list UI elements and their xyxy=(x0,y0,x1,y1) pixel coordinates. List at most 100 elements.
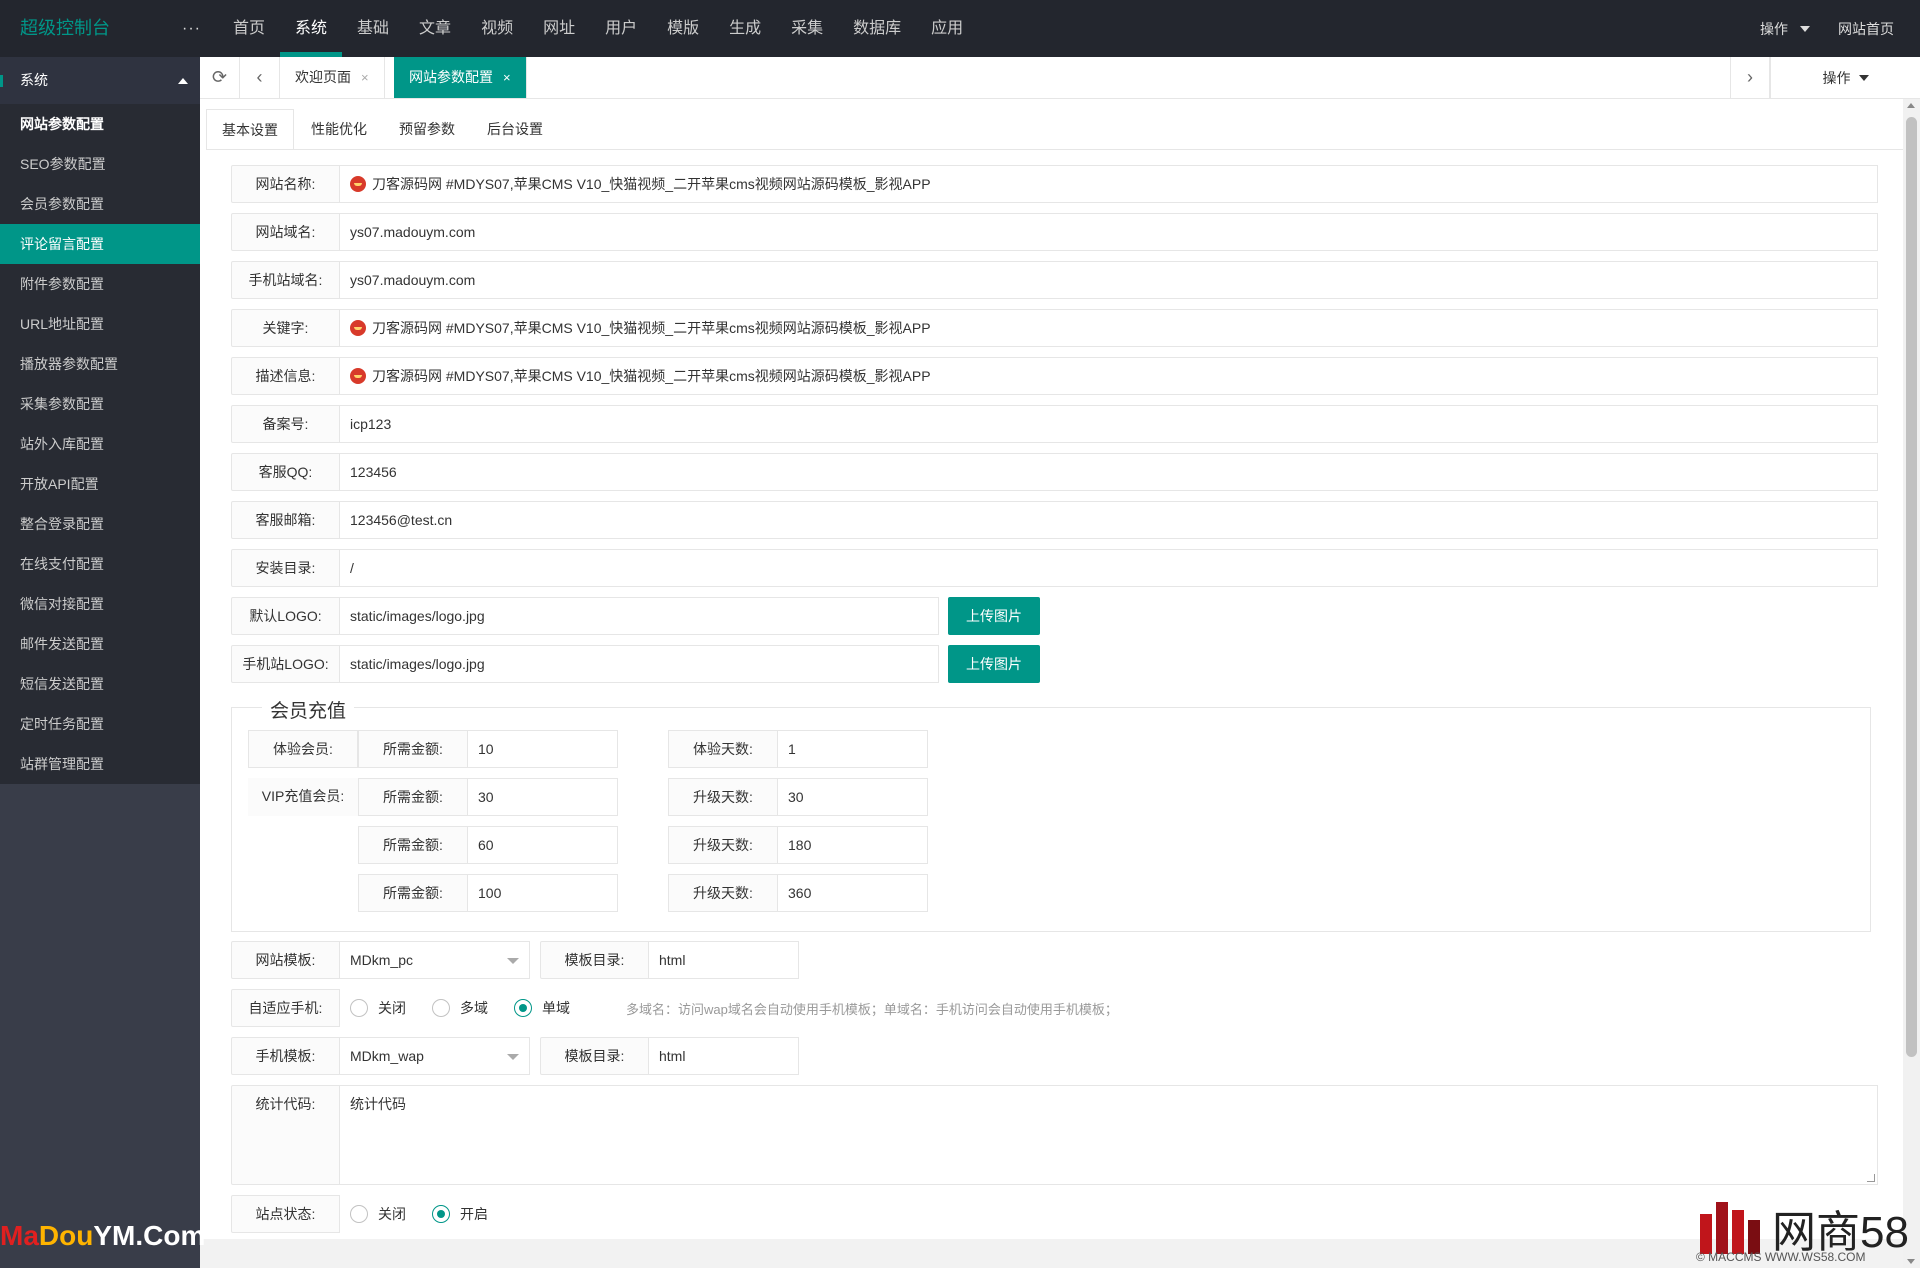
sidebar-item-email-config[interactable]: 邮件发送配置 xyxy=(0,624,200,664)
upload-mobile-logo-button[interactable]: 上传图片 xyxy=(948,645,1040,683)
more-menu-icon[interactable]: ··· xyxy=(182,0,201,57)
close-icon[interactable]: × xyxy=(503,70,511,85)
site-name-input[interactable]: 刀客源码网 #MDYS07,苹果CMS V10_快猫视频_二开苹果cms视频网站… xyxy=(340,165,1878,203)
upload-logo-button[interactable]: 上传图片 xyxy=(948,597,1040,635)
topnav-home[interactable]: 首页 xyxy=(218,0,280,57)
tab-backend-settings[interactable]: 后台设置 xyxy=(472,109,558,150)
refresh-icon[interactable]: ⟳ xyxy=(200,57,240,98)
trial-amount-input[interactable]: 10 xyxy=(468,730,618,768)
tab-prev-icon[interactable]: ‹ xyxy=(240,57,280,98)
sidebar-item-url-config[interactable]: URL地址配置 xyxy=(0,304,200,344)
adapt-multi-domain-radio[interactable]: 多域 xyxy=(432,998,488,1018)
sidebar-item-member-config[interactable]: 会员参数配置 xyxy=(0,184,200,224)
vip1-amount-field: 所需金额: 30 xyxy=(358,778,618,816)
scroll-thumb[interactable] xyxy=(1906,117,1917,1057)
tab-welcome[interactable]: 欢迎页面 × xyxy=(280,57,385,98)
site-status-on-radio[interactable]: 开启 xyxy=(432,1204,488,1224)
scroll-up-icon[interactable] xyxy=(1907,103,1915,108)
stats-code-textarea[interactable]: 统计代码 xyxy=(340,1085,1878,1185)
radio-circle-icon xyxy=(350,999,368,1017)
tab-performance[interactable]: 性能优化 xyxy=(296,109,382,150)
topnav-article[interactable]: 文章 xyxy=(404,0,466,57)
sidebar-group-system[interactable]: 系统 xyxy=(0,57,200,104)
adapt-mobile-label: 自适应手机: xyxy=(231,989,340,1027)
tabs-divider xyxy=(206,149,1910,150)
tab-next-icon[interactable]: › xyxy=(1730,57,1770,98)
devil-emoji-icon xyxy=(350,176,366,192)
vip1-days-input[interactable]: 30 xyxy=(778,778,928,816)
vertical-scrollbar[interactable] xyxy=(1903,99,1920,1268)
mobile-template-dir-input[interactable]: html xyxy=(649,1037,799,1075)
stats-code-row: 统计代码: 统计代码 xyxy=(231,1085,1878,1185)
vip2-amount-input[interactable]: 60 xyxy=(468,826,618,864)
sidebar: 系统 网站参数配置 SEO参数配置 会员参数配置 评论留言配置 附件参数配置 U… xyxy=(0,57,205,1268)
tab-site-config[interactable]: 网站参数配置 × xyxy=(394,57,527,98)
email-input[interactable]: 123456@test.cn xyxy=(340,501,1878,539)
caret-down-icon xyxy=(1800,25,1810,32)
close-icon[interactable]: × xyxy=(361,70,369,85)
mobile-domain-input[interactable]: ys07.madouym.com xyxy=(340,261,1878,299)
mobile-logo-input[interactable]: static/images/logo.jpg xyxy=(340,645,939,683)
description-input[interactable]: 刀客源码网 #MDYS07,苹果CMS V10_快猫视频_二开苹果cms视频网站… xyxy=(340,357,1878,395)
site-template-dir-input[interactable]: html xyxy=(649,941,799,979)
domain-label: 网站域名: xyxy=(231,213,340,251)
sidebar-item-login-config[interactable]: 整合登录配置 xyxy=(0,504,200,544)
resize-handle-icon[interactable] xyxy=(1867,1174,1875,1182)
vip2-days-input[interactable]: 180 xyxy=(778,826,928,864)
sidebar-item-sms-config[interactable]: 短信发送配置 xyxy=(0,664,200,704)
tab-operate-menu[interactable]: 操作 xyxy=(1770,57,1920,98)
topnav-template[interactable]: 模版 xyxy=(652,0,714,57)
mobile-template-label: 手机模板: xyxy=(231,1037,340,1075)
tab-operate-label: 操作 xyxy=(1822,69,1851,86)
topnav-basic[interactable]: 基础 xyxy=(342,0,404,57)
vip3-days-input[interactable]: 360 xyxy=(778,874,928,912)
site-template-select[interactable]: MDkm_pc xyxy=(340,941,530,979)
sidebar-item-wechat-config[interactable]: 微信对接配置 xyxy=(0,584,200,624)
topnav-user[interactable]: 用户 xyxy=(590,0,652,57)
topnav-database[interactable]: 数据库 xyxy=(838,0,916,57)
topnav-collect[interactable]: 采集 xyxy=(776,0,838,57)
adapt-off-radio[interactable]: 关闭 xyxy=(350,998,406,1018)
trial-days-input[interactable]: 1 xyxy=(778,730,928,768)
sidebar-item-site-config[interactable]: 网站参数配置 xyxy=(0,104,200,144)
tab-basic-settings[interactable]: 基本设置 xyxy=(206,109,294,150)
topnav-url[interactable]: 网址 xyxy=(528,0,590,57)
site-status-row: 站点状态: 关闭 开启 xyxy=(231,1195,514,1233)
sidebar-item-pay-config[interactable]: 在线支付配置 xyxy=(0,544,200,584)
vip3-amount-input[interactable]: 100 xyxy=(468,874,618,912)
sidebar-item-comment-config[interactable]: 评论留言配置 xyxy=(0,224,200,264)
site-status-options: 关闭 开启 xyxy=(340,1195,514,1233)
top-bar: 超级控制台 ··· 首页 系统 基础 文章 视频 网址 用户 模版 生成 采集 … xyxy=(0,0,1920,57)
topnav-apps[interactable]: 应用 xyxy=(916,0,978,57)
mobile-template-dir-label: 模板目录: xyxy=(540,1037,649,1075)
install-dir-input[interactable]: / xyxy=(340,549,1878,587)
sidebar-item-import-config[interactable]: 站外入库配置 xyxy=(0,424,200,464)
icp-input[interactable]: icp123 xyxy=(340,405,1878,443)
site-status-off-radio[interactable]: 关闭 xyxy=(350,1204,406,1224)
top-operate-menu[interactable]: 操作 xyxy=(1760,19,1810,39)
domain-input[interactable]: ys07.madouym.com xyxy=(340,213,1878,251)
sidebar-item-cluster-config[interactable]: 站群管理配置 xyxy=(0,744,200,784)
sidebar-item-api-config[interactable]: 开放API配置 xyxy=(0,464,200,504)
vip3-amount-label: 所需金额: xyxy=(358,874,468,912)
sidebar-item-timer-config[interactable]: 定时任务配置 xyxy=(0,704,200,744)
adapt-single-domain-radio[interactable]: 单域 xyxy=(514,998,570,1018)
logo-input[interactable]: static/images/logo.jpg xyxy=(340,597,939,635)
sidebar-item-collect-config[interactable]: 采集参数配置 xyxy=(0,384,200,424)
site-home-link[interactable]: 网站首页 xyxy=(1838,19,1894,39)
topnav-system[interactable]: 系统 xyxy=(280,0,343,57)
trial-member-label: 体验会员: xyxy=(248,730,358,768)
brand-title[interactable]: 超级控制台 xyxy=(20,0,110,57)
qq-input[interactable]: 123456 xyxy=(340,453,1878,491)
mobile-template-row: 手机模板: MDkm_wap 模板目录: html xyxy=(231,1037,799,1075)
keywords-input[interactable]: 刀客源码网 #MDYS07,苹果CMS V10_快猫视频_二开苹果cms视频网站… xyxy=(340,309,1878,347)
sidebar-item-attachment-config[interactable]: 附件参数配置 xyxy=(0,264,200,304)
topnav-generate[interactable]: 生成 xyxy=(714,0,776,57)
tab-reserved-params[interactable]: 预留参数 xyxy=(384,109,470,150)
mobile-template-select[interactable]: MDkm_wap xyxy=(340,1037,530,1075)
topnav-video[interactable]: 视频 xyxy=(466,0,528,57)
sidebar-item-player-config[interactable]: 播放器参数配置 xyxy=(0,344,200,384)
sidebar-item-seo-config[interactable]: SEO参数配置 xyxy=(0,144,200,184)
member-recharge-legend: 会员充值 xyxy=(262,696,355,723)
vip1-amount-input[interactable]: 30 xyxy=(468,778,618,816)
